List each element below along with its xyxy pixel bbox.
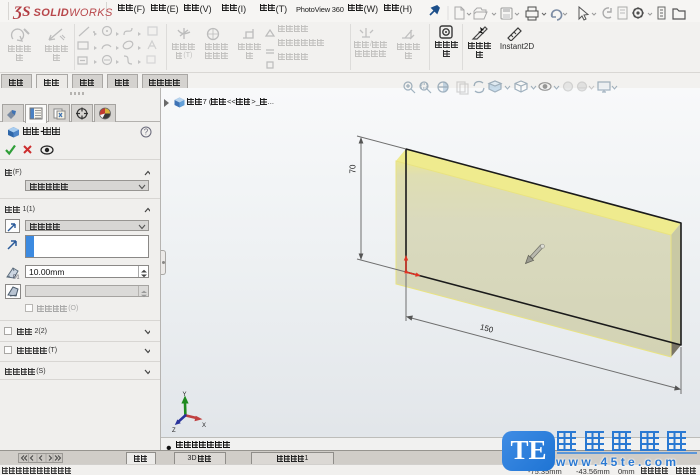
svg-text:D1: D1 xyxy=(13,275,20,280)
svg-text:150: 150 xyxy=(479,323,495,335)
svg-text:Z: Z xyxy=(172,428,176,434)
svg-text:Y: Y xyxy=(183,392,187,398)
svg-text:?: ? xyxy=(144,128,149,137)
svg-text:70: 70 xyxy=(349,164,358,173)
svg-text:X: X xyxy=(202,423,206,429)
